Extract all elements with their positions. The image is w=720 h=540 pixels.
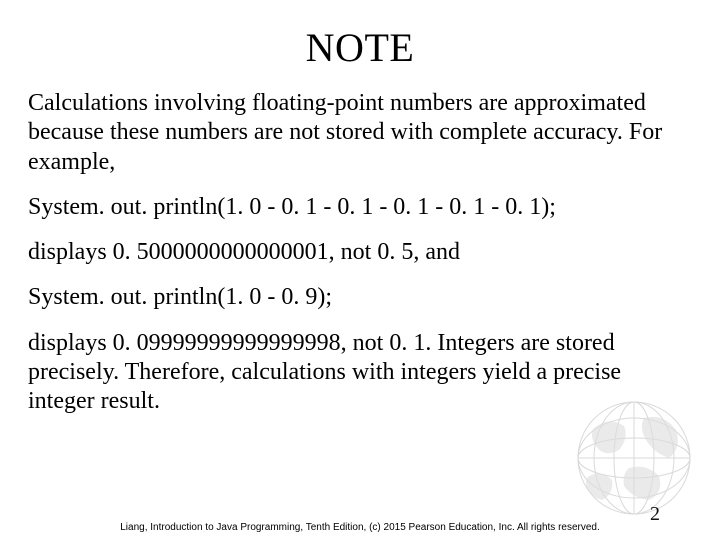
result-line-1: displays 0. 5000000000000001, not 0. 5, …: [28, 238, 692, 267]
paragraph-intro: Calculations involving floating-point nu…: [28, 89, 692, 177]
code-line-1: System. out. println(1. 0 - 0. 1 - 0. 1 …: [28, 193, 692, 222]
page-number: 2: [650, 503, 660, 526]
slide-title: NOTE: [28, 24, 692, 71]
footer-text: Liang, Introduction to Java Programming,…: [0, 522, 720, 535]
code-line-2: System. out. println(1. 0 - 0. 9);: [28, 283, 692, 312]
footer: Liang, Introduction to Java Programming,…: [0, 522, 720, 535]
globe-icon: [574, 398, 694, 518]
slide: NOTE Calculations involving floating-poi…: [0, 0, 720, 540]
